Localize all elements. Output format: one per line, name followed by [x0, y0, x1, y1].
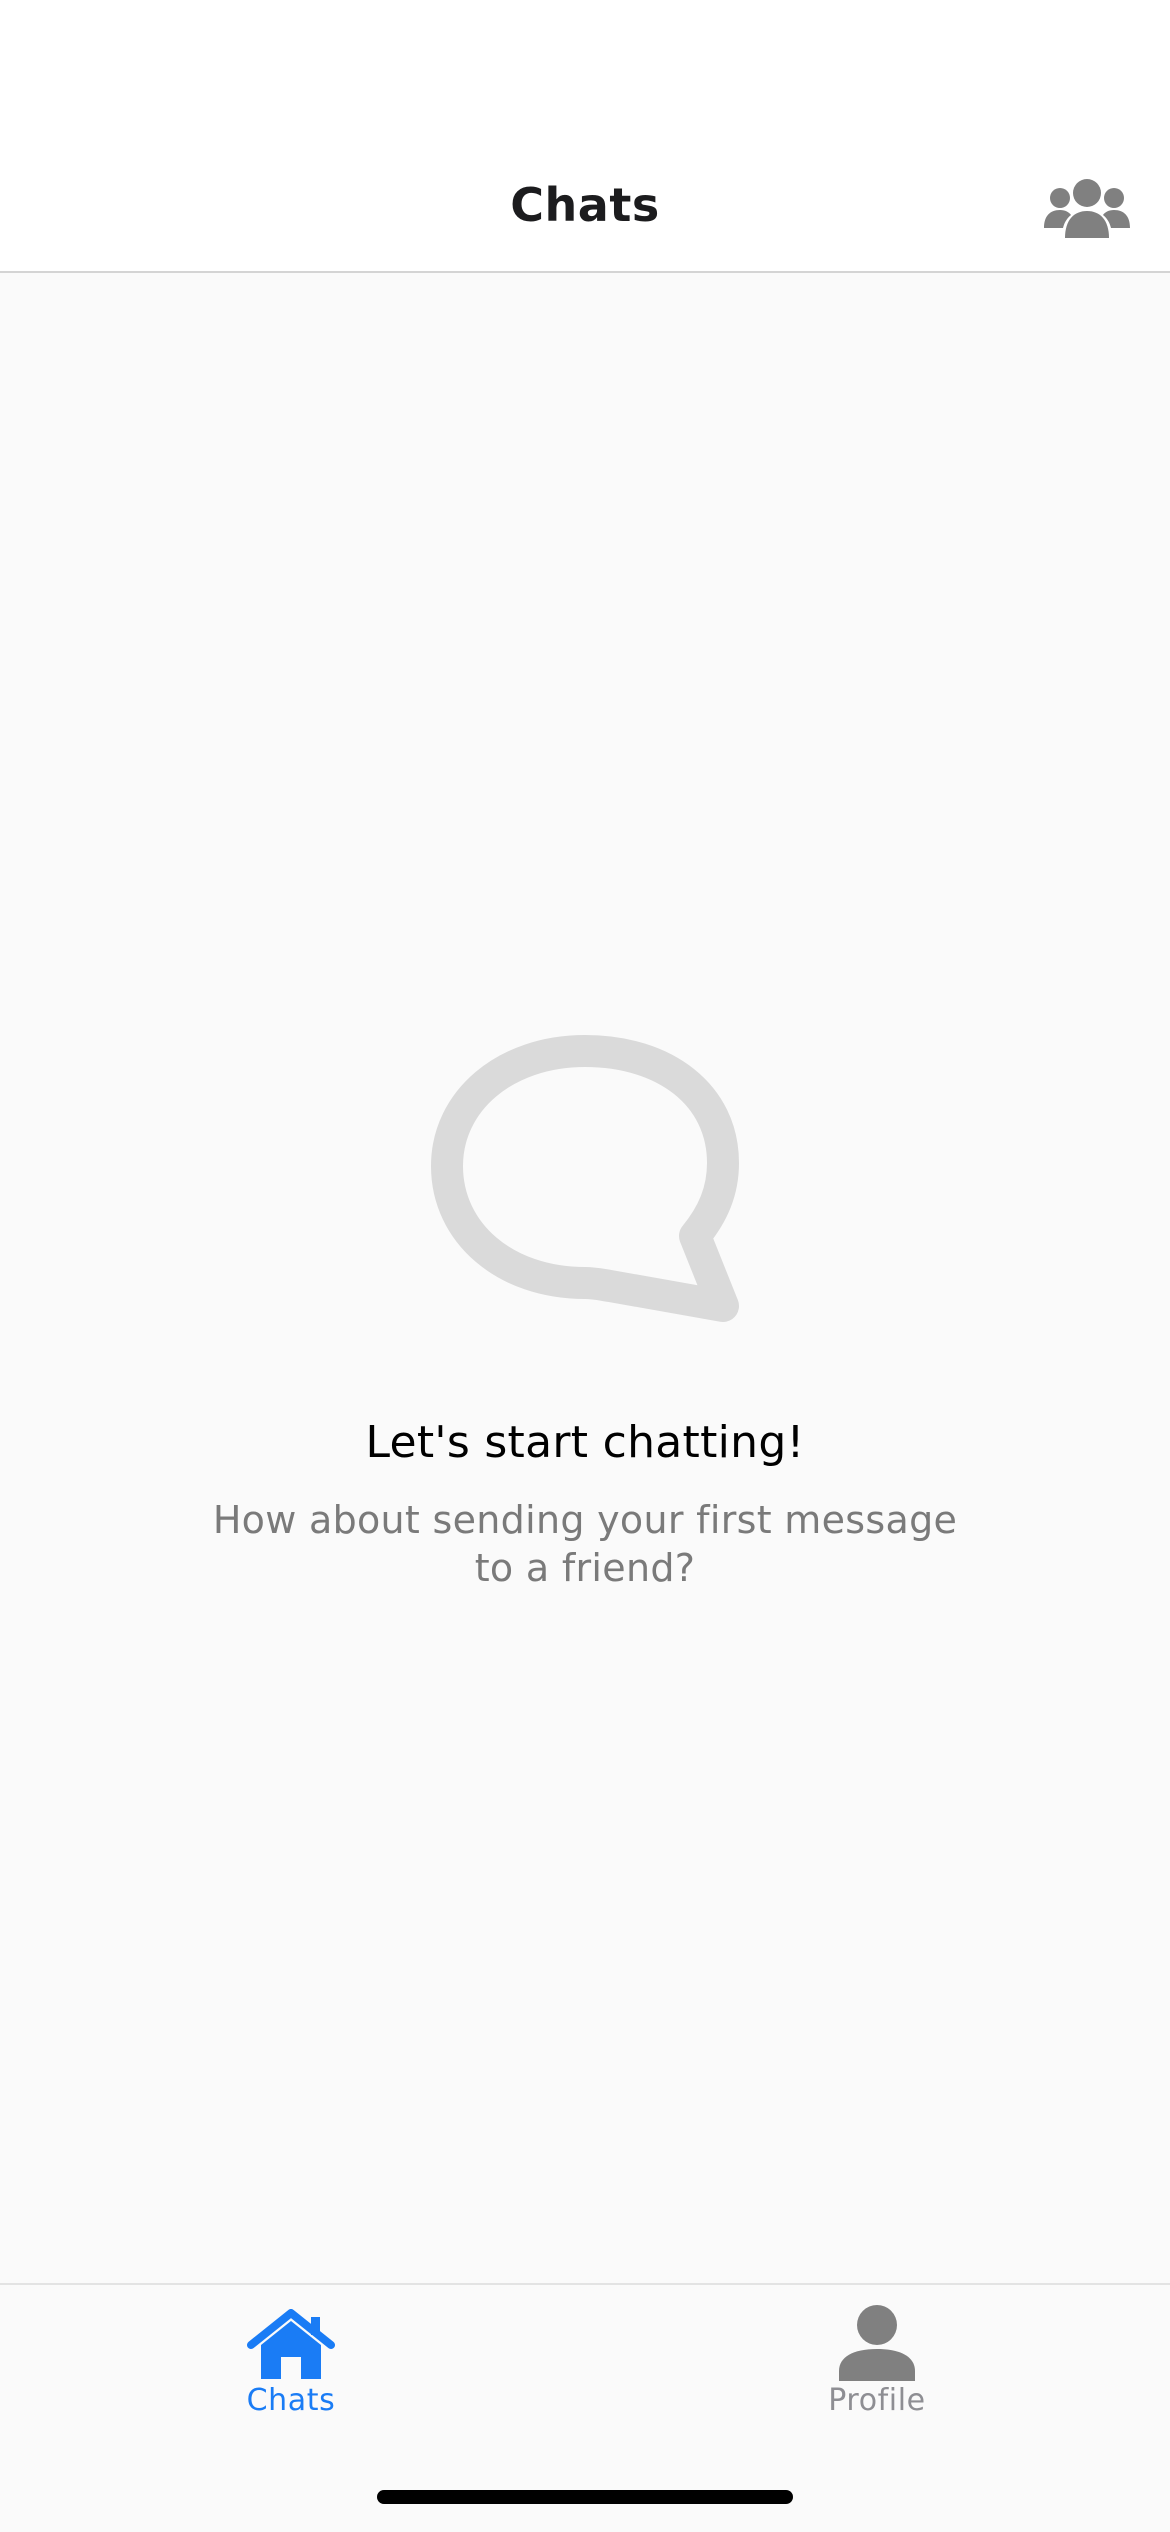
page-title: Chats: [510, 178, 660, 232]
navigation-bar: Chats: [0, 140, 1170, 273]
group-chat-button[interactable]: [1042, 174, 1132, 240]
empty-state-subtitle: How about sending your first message to …: [212, 1498, 958, 1590]
tab-chats[interactable]: Chats: [171, 2299, 411, 2419]
tab-profile[interactable]: Profile: [757, 2299, 997, 2419]
home-indicator[interactable]: [377, 2490, 793, 2504]
tab-label-chats: Chats: [246, 2383, 336, 2418]
home-icon: [247, 2309, 335, 2379]
empty-state-title: Let's start chatting!: [365, 1417, 805, 1468]
chat-list-area[interactable]: Let's start chatting! How about sending …: [0, 273, 1170, 2283]
tab-label-profile: Profile: [828, 2383, 926, 2418]
status-bar-area: [0, 0, 1170, 140]
people-group-icon: [1044, 179, 1130, 238]
chat-bubble-icon: [431, 1035, 739, 1322]
person-icon: [839, 2305, 915, 2381]
empty-state: Let's start chatting! How about sending …: [0, 1021, 1170, 1592]
chats-screen: Chats Let's start chatting! How about se…: [0, 0, 1170, 2532]
